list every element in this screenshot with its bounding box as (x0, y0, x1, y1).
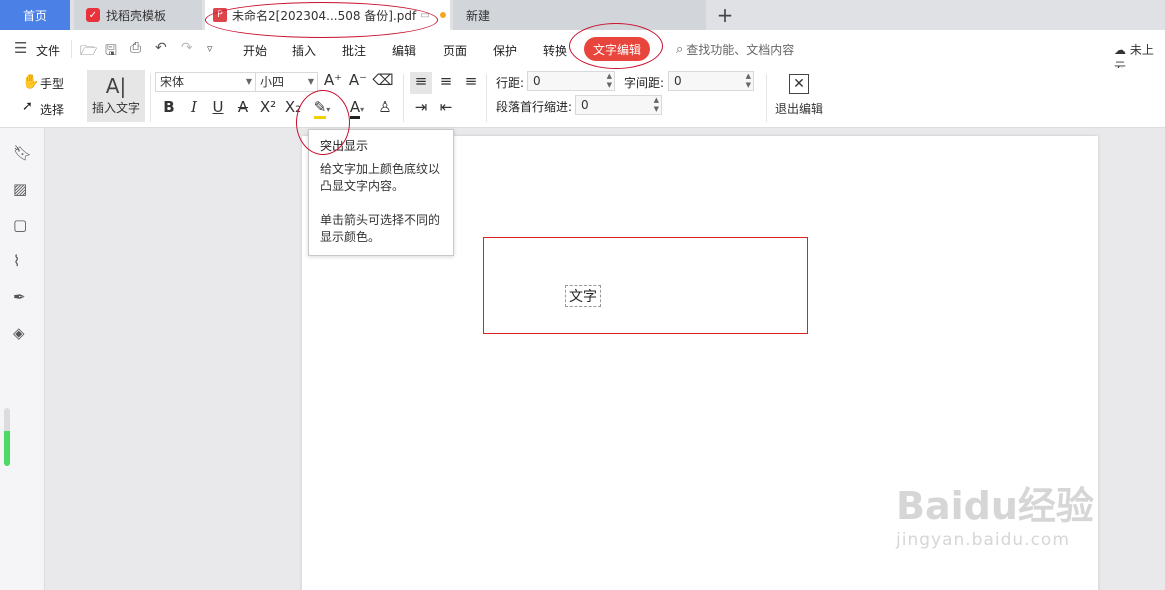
line-spacing-label: 行距: (496, 76, 525, 90)
tab-home-label: 首页 (22, 8, 47, 23)
editable-text[interactable]: 文字 (565, 285, 601, 307)
underline-icon[interactable]: U (207, 98, 229, 116)
exit-edit-label: 退出编辑 (774, 102, 823, 116)
menu-page[interactable]: 页面 (443, 42, 467, 59)
tab-template-label: 找稻壳模板 (106, 8, 167, 23)
font-family-value: 宋体 (160, 75, 185, 89)
clear-format-icon[interactable]: ⌫ (372, 71, 394, 89)
char-spacing-input[interactable]: 0 ▲ ▼ (668, 71, 754, 91)
menu-protect[interactable]: 保护 (493, 42, 517, 59)
close-box-icon: ✕ (789, 74, 809, 94)
strikethrough-icon[interactable]: A (232, 98, 254, 116)
comment-icon[interactable]: ▢ (13, 216, 27, 234)
menu-insert[interactable]: 插入 (292, 42, 316, 59)
indent-value: 0 (581, 98, 589, 112)
watermark-url: jingyan.baidu.com (896, 530, 1070, 550)
add-tab-button[interactable]: + (706, 0, 744, 30)
layers-icon[interactable]: ◈ (13, 324, 25, 342)
feature-search[interactable]: ⌕ 查找功能、文档内容 (676, 41, 794, 58)
tab-new-label: 新建 (466, 8, 491, 23)
indent-label: 段落首行缩进: (496, 100, 573, 114)
text-frame: 文字 (483, 237, 808, 334)
search-icon: ⌕ (676, 42, 684, 57)
docer-logo-icon: ✓ (86, 8, 100, 22)
chevron-down-icon: ▼ (245, 77, 252, 86)
chevron-down-icon: ▼ (307, 77, 314, 86)
line-spacing-value: 0 (533, 74, 541, 88)
menu-convert[interactable]: 转换 (543, 42, 567, 59)
superscript-icon[interactable]: X² (257, 98, 279, 116)
attachment-icon[interactable]: ⌇ (13, 252, 20, 270)
menu-file[interactable]: 文件 (36, 42, 60, 59)
insert-text-label: 插入文字 (91, 101, 140, 115)
left-sidebar: 🔖︎ ▨ ▢ ⌇ ✒ ◈ (0, 128, 45, 590)
menu-edit[interactable]: 编辑 (392, 42, 416, 59)
save-icon[interactable]: 🖫 (105, 40, 117, 64)
bold-icon[interactable]: B (158, 98, 180, 116)
format-painter-icon[interactable]: ♙ (374, 98, 396, 116)
decrease-indent-icon[interactable]: ⇤ (435, 98, 457, 116)
open-folder-icon[interactable]: 🗁 (80, 40, 97, 64)
menu-annotate[interactable]: 批注 (342, 42, 366, 59)
plus-icon: + (716, 3, 734, 27)
hamburger-icon[interactable]: ☰ (14, 39, 27, 57)
pointer-icon: ➚ (22, 99, 33, 114)
insert-text-icon: A| (105, 74, 127, 98)
scrollbar[interactable] (4, 408, 10, 466)
tooltip-hint: 单击箭头可选择不同的显示颜色。 (320, 213, 441, 244)
cloud-icon: ☁ (1114, 43, 1126, 57)
italic-icon[interactable]: I (183, 98, 205, 116)
hand-icon: ✋ (22, 74, 40, 90)
customize-dropdown-icon[interactable]: ▿ (207, 42, 213, 55)
tab-bar: 首页 ✓ 找稻壳模板 P 未命名2[202304...508 备份].pdf ▭… (0, 0, 1165, 30)
feature-search-label: 查找功能、文档内容 (686, 43, 795, 57)
signature-icon[interactable]: ✒ (13, 288, 26, 306)
exit-edit-button[interactable]: ✕ 退出编辑 (770, 72, 828, 117)
char-spacing-value: 0 (674, 74, 682, 88)
insert-text-button[interactable]: A| 插入文字 (87, 70, 145, 122)
bookmark-icon[interactable]: 🔖︎ (13, 144, 32, 162)
menu-start[interactable]: 开始 (243, 42, 267, 59)
font-size-select[interactable]: 小四 ▼ (255, 72, 318, 92)
select-tool-label[interactable]: 选择 (40, 101, 64, 118)
watermark-brand: Baidu经验 (896, 484, 1094, 528)
watermark: Baidu经验 jingyan.baidu.com (896, 486, 1094, 550)
spinner-icon[interactable]: ▲ ▼ (654, 96, 659, 114)
increase-indent-icon[interactable]: ⇥ (410, 98, 432, 116)
decrease-font-icon[interactable]: A⁻ (347, 71, 369, 89)
font-size-value: 小四 (260, 75, 285, 89)
char-spacing-label: 字间距: (624, 76, 665, 90)
font-color-icon: A (349, 98, 361, 119)
tab-new[interactable]: 新建 (453, 0, 706, 30)
unsaved-dot-icon (439, 12, 446, 18)
align-center-icon[interactable]: ≡ (435, 72, 457, 90)
indent-input[interactable]: 0 ▲ ▼ (575, 95, 662, 115)
undo-icon[interactable]: ↶ (155, 40, 167, 56)
annotation-circle (569, 23, 663, 69)
increase-font-icon[interactable]: A⁺ (322, 71, 344, 89)
annotation-circle (205, 2, 438, 38)
tab-home[interactable]: 首页 (0, 0, 70, 30)
align-left-icon[interactable]: ≡ (410, 72, 432, 94)
hand-tool-label[interactable]: 手型 (40, 75, 64, 92)
tab-template[interactable]: ✓ 找稻壳模板 (74, 0, 202, 30)
text-edit-toolbar: ✋ 手型 ➚ 选择 A| 插入文字 宋体 ▼ 小四 ▼ A⁺ A⁻ ⌫ B I U … (0, 68, 1165, 128)
print-icon[interactable]: ⎙ (130, 40, 141, 56)
chevron-down-icon: ▾ (360, 105, 365, 114)
line-spacing-input[interactable]: 0 ▲ ▼ (527, 71, 615, 91)
redo-icon[interactable]: ↷ (181, 40, 193, 56)
spinner-icon[interactable]: ▲ ▼ (746, 72, 751, 90)
spinner-icon[interactable]: ▲ ▼ (607, 72, 612, 90)
align-right-icon[interactable]: ≡ (460, 72, 482, 90)
annotation-circle (296, 90, 350, 155)
thumbnail-icon[interactable]: ▨ (13, 180, 27, 198)
tooltip-description: 给文字加上颜色底纹以凸显文字内容。 (320, 162, 441, 193)
font-family-select[interactable]: 宋体 ▼ (155, 72, 256, 92)
